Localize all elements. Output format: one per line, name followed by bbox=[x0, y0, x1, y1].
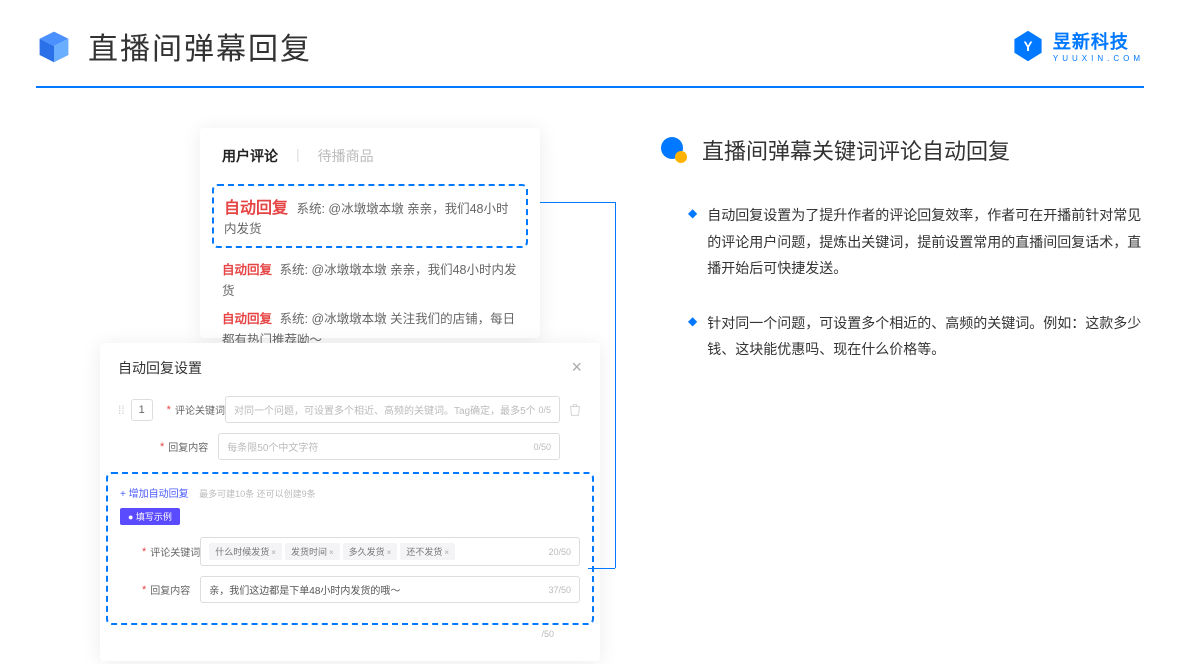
trash-icon[interactable] bbox=[568, 403, 582, 417]
required-mark: * bbox=[160, 441, 164, 453]
placeholder: 对同一个问题，可设置多个相近、高频的关键词。Tag确定，最多5个 bbox=[234, 402, 536, 417]
comments-card: 用户评论 | 待播商品 自动回复 系统: @冰墩墩本墩 亲亲，我们48小时内发货… bbox=[200, 128, 540, 338]
brand-name: 昱新科技 bbox=[1053, 28, 1144, 54]
required-mark: * bbox=[142, 584, 146, 596]
keyword-label: 评论关键词 bbox=[175, 402, 225, 417]
drag-handle-icon[interactable]: ⁞⁞ bbox=[118, 403, 125, 417]
svg-text:Y: Y bbox=[1023, 39, 1032, 54]
close-icon[interactable]: × bbox=[571, 357, 582, 378]
example-box: + 增加自动回复 最多可建10条 还可以创建9条 ● 填写示例 * 评论关键词 … bbox=[106, 472, 594, 625]
auto-reply-tag: 自动回复 bbox=[222, 263, 272, 277]
tag-chip[interactable]: 发货时间× bbox=[285, 543, 340, 560]
example-badge: ● 填写示例 bbox=[120, 508, 180, 525]
tab-user-comments[interactable]: 用户评论 bbox=[222, 146, 278, 166]
brand-sub: YUUXIN.COM bbox=[1053, 54, 1144, 63]
tag-chip[interactable]: 还不发货× bbox=[400, 543, 455, 560]
section-title: 直播间弹幕关键词评论自动回复 bbox=[702, 134, 1010, 166]
ex-content-input[interactable]: 亲，我们这边都是下单48小时内发货的哦～ 37/50 bbox=[200, 576, 580, 603]
auto-reply-tag: 自动回复 bbox=[224, 200, 288, 217]
ex-keyword-input[interactable]: 什么时候发货×发货时间×多久发货×还不发货× 20/50 bbox=[200, 537, 580, 566]
bullet-icon: ◆ bbox=[688, 202, 697, 282]
add-auto-reply-link[interactable]: + 增加自动回复 bbox=[120, 489, 189, 500]
bullet-icon: ◆ bbox=[688, 310, 697, 363]
settings-card: 自动回复设置 × ⁞⁞ 1 * 评论关键词 对同一个问题，可设置多个相近、高频的… bbox=[100, 343, 600, 661]
ex-content-value: 亲，我们这边都是下单48小时内发货的哦～ bbox=[209, 582, 400, 597]
comment-line: 自动回复 系统: @冰墩墩本墩 亲亲，我们48小时内发货 bbox=[222, 260, 518, 303]
content-counter: 0/50 bbox=[533, 442, 551, 452]
content-input[interactable]: 每条限50个中文字符 0/50 bbox=[218, 433, 560, 460]
required-mark: * bbox=[142, 546, 146, 558]
cube-icon bbox=[36, 28, 72, 64]
tag-chip[interactable]: 什么时候发货× bbox=[209, 543, 282, 560]
bullet-text-2: 针对同一个问题，可设置多个相近的、高频的关键词。例如：这款多少钱、这块能优惠吗、… bbox=[707, 310, 1144, 363]
tab-pending-products[interactable]: 待播商品 bbox=[318, 146, 374, 166]
ex-ct-counter: 37/50 bbox=[548, 585, 571, 595]
ex-content-label: 回复内容 bbox=[150, 582, 200, 597]
placeholder: 每条限50个中文字符 bbox=[227, 439, 318, 454]
outer-counter: /50 bbox=[118, 629, 582, 639]
required-mark: * bbox=[167, 404, 171, 416]
content-label: 回复内容 bbox=[168, 439, 218, 454]
section-icon bbox=[660, 136, 688, 164]
ex-keyword-label: 评论关键词 bbox=[150, 544, 200, 559]
highlighted-comment: 自动回复 系统: @冰墩墩本墩 亲亲，我们48小时内发货 bbox=[212, 184, 528, 248]
row-number: 1 bbox=[131, 399, 153, 421]
auto-reply-tag: 自动回复 bbox=[222, 312, 272, 326]
bullet-text-1: 自动回复设置为了提升作者的评论回复效率，作者可在开播前针对常见的评论用户问题，提… bbox=[707, 202, 1144, 282]
add-sub-text: 最多可建10条 还可以创建9条 bbox=[199, 489, 316, 499]
ex-tags-container: 什么时候发货×发货时间×多久发货×还不发货× bbox=[209, 543, 458, 560]
page-title: 直播间弹幕回复 bbox=[88, 24, 312, 68]
tab-divider: | bbox=[296, 146, 300, 166]
keyword-counter: 0/5 bbox=[538, 405, 551, 415]
brand-logo-icon: Y bbox=[1011, 29, 1045, 63]
ex-kw-counter: 20/50 bbox=[548, 547, 571, 557]
keyword-input[interactable]: 对同一个问题，可设置多个相近、高频的关键词。Tag确定，最多5个 0/5 bbox=[225, 396, 560, 423]
settings-title: 自动回复设置 bbox=[118, 358, 202, 378]
brand: Y 昱新科技 YUUXIN.COM bbox=[1011, 28, 1144, 63]
tag-chip[interactable]: 多久发货× bbox=[343, 543, 398, 560]
